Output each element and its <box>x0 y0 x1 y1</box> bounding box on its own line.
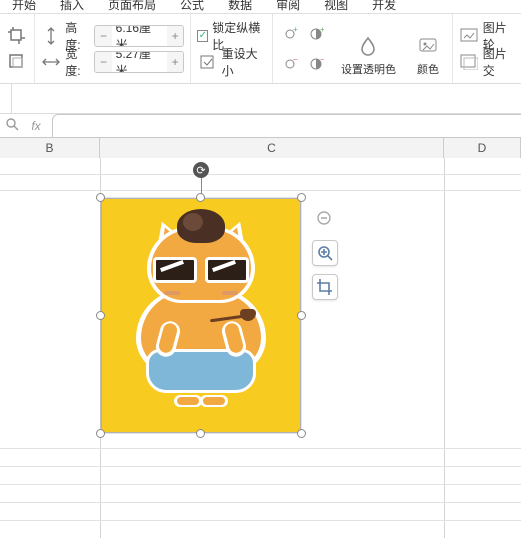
contrast-up-icon[interactable]: + <box>305 23 327 45</box>
zoom-out-button[interactable] <box>312 206 338 232</box>
gridline <box>0 520 521 521</box>
contrast-down-icon[interactable]: − <box>305 53 327 75</box>
resize-handle-tl[interactable] <box>96 193 105 202</box>
formula-bar: fx <box>0 114 521 138</box>
ribbon-tabs: 开始 插入 页面布局 公式 数据 审阅 视图 开发 <box>0 0 521 14</box>
lock-ratio-checkbox[interactable]: ✓ <box>197 30 208 42</box>
tab-review[interactable]: 审阅 <box>264 0 312 10</box>
group-adjust: + + − − 设置透明色 颜色 <box>273 14 453 83</box>
droplet-icon <box>356 35 380 59</box>
brightness-up-icon[interactable]: + <box>279 23 301 45</box>
width-stepper[interactable]: − 5.27厘米 + <box>94 51 184 73</box>
group-size: 高度: − 6.16厘米 + 宽度: − 5.27厘米 + <box>35 14 191 83</box>
tab-start[interactable]: 开始 <box>0 0 48 10</box>
gridline <box>0 448 521 449</box>
resize-handle-bl[interactable] <box>96 429 105 438</box>
height-decrease[interactable]: − <box>95 26 111 46</box>
group-lock: ✓ 锁定纵横比 重设大小 <box>191 14 273 83</box>
gridline <box>444 158 445 538</box>
width-value[interactable]: 5.27厘米 <box>112 51 167 73</box>
svg-text:+: + <box>320 26 324 34</box>
gridline <box>0 502 521 503</box>
svg-text:−: − <box>320 56 324 64</box>
crop-alt-icon[interactable] <box>6 51 28 73</box>
crop-icon[interactable] <box>6 25 28 47</box>
width-icon <box>41 51 61 73</box>
crop-tool-button[interactable] <box>312 274 338 300</box>
picture-content[interactable] <box>101 198 301 433</box>
resize-handle-tr[interactable] <box>297 193 306 202</box>
rotate-handle[interactable]: ⟳ <box>193 162 209 178</box>
fx-icon[interactable]: fx <box>24 119 48 133</box>
worksheet[interactable]: B C D ⟳ <box>0 138 521 538</box>
floating-picture-tools <box>312 206 338 300</box>
height-increase[interactable]: + <box>167 26 183 46</box>
gridline <box>0 190 521 191</box>
tab-formula[interactable]: 公式 <box>168 0 216 10</box>
resize-handle-br[interactable] <box>297 429 306 438</box>
color-button[interactable]: 颜色 <box>410 19 446 79</box>
resize-handle-b[interactable] <box>196 429 205 438</box>
gridline <box>0 174 521 175</box>
tab-view[interactable]: 视图 <box>312 0 360 10</box>
quick-bar <box>0 84 521 114</box>
col-header-C[interactable]: C <box>100 138 444 158</box>
cells-grid[interactable]: ⟳ <box>0 158 521 538</box>
picture-effect-label[interactable]: 图片交 <box>483 45 515 79</box>
height-icon <box>41 25 61 47</box>
formula-input[interactable] <box>52 114 521 137</box>
resize-handle-t[interactable] <box>196 193 205 202</box>
picture-effect-icon[interactable] <box>459 51 479 73</box>
name-box-zoom-icon[interactable] <box>0 117 24 134</box>
column-headers: B C D <box>0 138 521 158</box>
svg-text:−: − <box>293 56 298 64</box>
height-stepper[interactable]: − 6.16厘米 + <box>94 25 184 47</box>
tab-data[interactable]: 数据 <box>216 0 264 10</box>
resize-handle-r[interactable] <box>297 311 306 320</box>
width-increase[interactable]: + <box>167 52 183 72</box>
change-picture-icon[interactable] <box>459 25 479 47</box>
width-label: 宽度: <box>65 45 90 79</box>
set-transparency-label: 设置透明色 <box>341 61 396 77</box>
reset-size-label[interactable]: 重设大小 <box>222 45 266 79</box>
gridline <box>0 466 521 467</box>
col-header-D[interactable]: D <box>444 138 521 158</box>
tab-insert[interactable]: 插入 <box>48 0 96 10</box>
width-decrease[interactable]: − <box>95 52 111 72</box>
height-value[interactable]: 6.16厘米 <box>112 25 167 47</box>
set-transparency-button[interactable]: 设置透明色 <box>335 19 402 79</box>
group-crop <box>0 14 35 83</box>
zoom-in-button[interactable] <box>312 240 338 266</box>
ribbon: 高度: − 6.16厘米 + 宽度: − 5.27厘米 + ✓ 锁定纵横比 <box>0 14 521 84</box>
brightness-down-icon[interactable]: − <box>279 53 301 75</box>
cartoon-cat-image <box>102 199 300 432</box>
color-label: 颜色 <box>417 61 439 77</box>
group-picture: 图片轮 图片交 <box>453 14 521 83</box>
reset-size-icon[interactable] <box>197 51 217 73</box>
gridline <box>0 484 521 485</box>
tab-layout[interactable]: 页面布局 <box>96 0 168 10</box>
svg-text:+: + <box>293 26 298 34</box>
col-header-B[interactable]: B <box>0 138 100 158</box>
selected-picture[interactable]: ⟳ <box>101 198 301 433</box>
resize-handle-l[interactable] <box>96 311 105 320</box>
palette-icon <box>416 35 440 59</box>
tab-dev[interactable]: 开发 <box>360 0 408 10</box>
